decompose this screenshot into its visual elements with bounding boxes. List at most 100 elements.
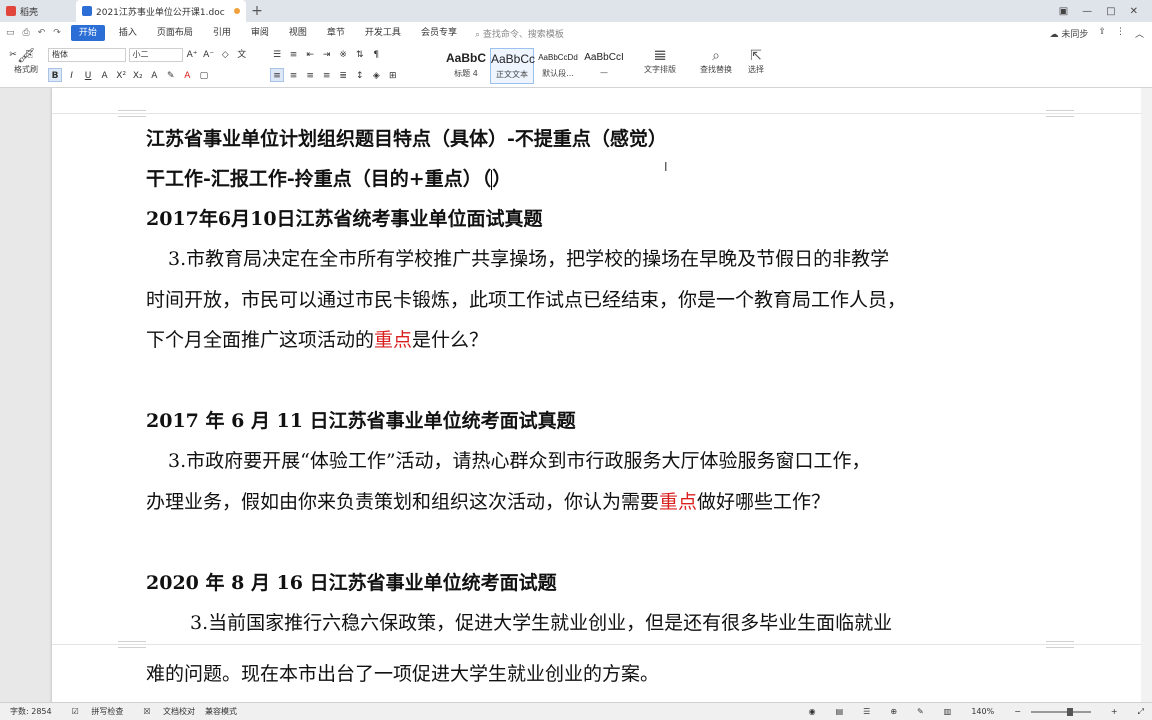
font-color-icon[interactable]: A: [180, 69, 194, 83]
style-default-para[interactable]: AaBbCcDd 默认段...: [536, 48, 580, 84]
underline-icon[interactable]: U: [81, 69, 95, 83]
page-view-icon[interactable]: ▤: [836, 707, 844, 716]
align-left-icon[interactable]: ≡: [270, 68, 284, 82]
zoom-level[interactable]: 140%: [971, 707, 994, 716]
shrink-font-icon[interactable]: A⁻: [202, 48, 216, 62]
write-view-icon[interactable]: ✎: [917, 707, 924, 716]
style-heading4[interactable]: AaBbC 标题 4: [444, 48, 488, 84]
distribute-icon[interactable]: ≣: [336, 69, 350, 83]
decrease-indent-icon[interactable]: ⇤: [303, 48, 317, 62]
borders-icon[interactable]: ⊞: [386, 69, 400, 83]
command-search[interactable]: ⌕ 查找命令、搜索模板: [475, 27, 564, 40]
collapse-ribbon-icon[interactable]: ︿: [1135, 27, 1144, 40]
margin-mark: [118, 110, 146, 111]
text-layout-button[interactable]: 𝌆 文字排版: [644, 48, 676, 75]
page-break-line: [52, 113, 1141, 114]
menu-section[interactable]: 章节: [317, 22, 355, 44]
increase-indent-icon[interactable]: ⇥: [320, 48, 334, 62]
menu-home[interactable]: 开始: [70, 25, 105, 41]
tab-list-icon[interactable]: ▣: [1059, 6, 1068, 17]
strikethrough-icon[interactable]: A: [98, 69, 112, 83]
doc-proof[interactable]: ☒ 文档校对: [133, 706, 195, 717]
document-area[interactable]: 江苏省事业单位计划组织题目特点（具体）-不提重点（感觉） 干工作-汇报工作-拎重…: [0, 88, 1152, 702]
maximize-icon[interactable]: □: [1106, 6, 1115, 17]
menu-references[interactable]: 引用: [203, 22, 241, 44]
menu-member[interactable]: 会员专享: [411, 22, 467, 44]
show-marks-icon[interactable]: ¶: [369, 48, 383, 62]
outline-view-icon[interactable]: ☰: [863, 707, 870, 716]
highlight-icon[interactable]: ✎: [164, 69, 178, 83]
share-icon[interactable]: ⇪: [1098, 27, 1106, 40]
line-spacing-icon[interactable]: ↕: [353, 69, 367, 83]
close-icon[interactable]: ✕: [1130, 6, 1138, 17]
align-right-icon[interactable]: ≡: [303, 69, 317, 83]
doc-proof-label: 文档校对: [163, 707, 196, 716]
undo-icon[interactable]: ↶: [38, 28, 46, 38]
print-icon[interactable]: ⎙: [23, 28, 30, 38]
q2-text-end: 做好哪些工作？: [697, 491, 831, 513]
doc-heading-2020-0816: 2020 年 8 月 16 日江苏省事业单位统考面试题: [146, 572, 557, 594]
superscript-icon[interactable]: X²: [114, 69, 128, 83]
doc-q2-line2: 办理业务，假如由你来负责策划和组织这次活动，你认为需要重点做好哪些工作？: [146, 487, 830, 514]
spell-check[interactable]: ☑ 拼写检查: [62, 706, 124, 717]
tab-document-label: 2021江苏事业单位公开课1.doc: [96, 7, 225, 18]
redo-icon[interactable]: ↷: [53, 28, 61, 38]
sort-icon[interactable]: ⇅: [353, 48, 367, 62]
style-other[interactable]: AaBbCcI —: [582, 48, 626, 84]
margin-mark: [1046, 116, 1074, 117]
find-replace-button[interactable]: ⌕ 查找替换: [700, 48, 732, 75]
doc-heading-2017-0611: 2017 年 6 月 11 日江苏省事业单位统考面试真题: [146, 410, 576, 432]
document-page[interactable]: 江苏省事业单位计划组织题目特点（具体）-不提重点（感觉） 干工作-汇报工作-拎重…: [52, 88, 1141, 702]
more-icon[interactable]: ⋮: [1116, 27, 1125, 40]
select-button[interactable]: ⇱ 选择: [748, 48, 764, 75]
style-preview: AaBbC: [445, 51, 486, 65]
menu-insert[interactable]: 插入: [109, 22, 147, 44]
zoom-slider-handle[interactable]: [1066, 707, 1073, 716]
zoom-slider[interactable]: [1030, 707, 1091, 716]
tab-home[interactable]: 稻壳: [0, 0, 76, 22]
brush-icon: 🖌: [17, 48, 35, 64]
save-icon[interactable]: ▭: [6, 28, 15, 38]
phonetic-icon[interactable]: 文: [235, 48, 249, 62]
style-preview: AaBbCc: [491, 52, 536, 66]
justify-icon[interactable]: ≡: [320, 69, 334, 83]
style-body-text[interactable]: AaBbCc 正文文本: [490, 48, 536, 84]
command-search-placeholder: 查找命令、搜索模板: [482, 29, 564, 40]
tab-bar: 稻壳 2021江苏事业单位公开课1.doc + ▣ — □ ✕: [0, 0, 1152, 22]
grow-font-icon[interactable]: A⁺: [185, 48, 199, 62]
shading-icon[interactable]: ◈: [369, 69, 383, 83]
new-tab-button[interactable]: +: [246, 0, 268, 22]
zoom-out-icon[interactable]: −: [1014, 707, 1021, 716]
minimize-icon[interactable]: —: [1082, 6, 1092, 17]
menu-page-layout[interactable]: 页面布局: [147, 22, 203, 44]
char-border-icon[interactable]: ▢: [197, 69, 211, 83]
read-view-icon[interactable]: ▥: [944, 707, 952, 716]
italic-icon[interactable]: I: [65, 69, 79, 83]
menu-developer[interactable]: 开发工具: [355, 22, 411, 44]
format-painter-button[interactable]: 🖌 格式刷: [14, 48, 38, 75]
q1-text: 下个月全面推广这项活动的: [146, 329, 375, 351]
web-view-icon[interactable]: ⊕: [890, 707, 897, 716]
chinese-layout-icon[interactable]: ※: [336, 48, 350, 62]
clear-format-icon[interactable]: ◇: [218, 48, 232, 62]
menu-review[interactable]: 审阅: [241, 22, 279, 44]
doc-q1-line1: 3.市教育局决定在全市所有学校推广共享操场，把学校的操场在早晚及节假日的非教学: [168, 248, 890, 270]
word-count[interactable]: 字数: 2854: [10, 706, 52, 717]
zoom-in-icon[interactable]: +: [1111, 707, 1118, 716]
bullets-icon[interactable]: ☰: [270, 48, 284, 62]
align-center-icon[interactable]: ≡: [287, 69, 301, 83]
text-effect-icon[interactable]: A: [147, 69, 161, 83]
margin-mark: [118, 116, 146, 117]
bold-icon[interactable]: B: [48, 68, 62, 82]
sync-status[interactable]: ☁ 未同步: [1050, 27, 1089, 40]
menu-view[interactable]: 视图: [279, 22, 317, 44]
vertical-scrollbar[interactable]: [1141, 88, 1152, 702]
numbering-icon[interactable]: ≡: [287, 48, 301, 62]
margin-mark: [1046, 641, 1074, 642]
font-name-select[interactable]: 楷体: [48, 48, 126, 62]
eye-icon[interactable]: ◉: [809, 707, 816, 716]
font-size-select[interactable]: 小二: [128, 48, 183, 62]
subscript-icon[interactable]: X₂: [131, 69, 145, 83]
tab-document[interactable]: 2021江苏事业单位公开课1.doc: [76, 0, 246, 22]
fit-page-icon[interactable]: ⤢: [1138, 707, 1144, 717]
